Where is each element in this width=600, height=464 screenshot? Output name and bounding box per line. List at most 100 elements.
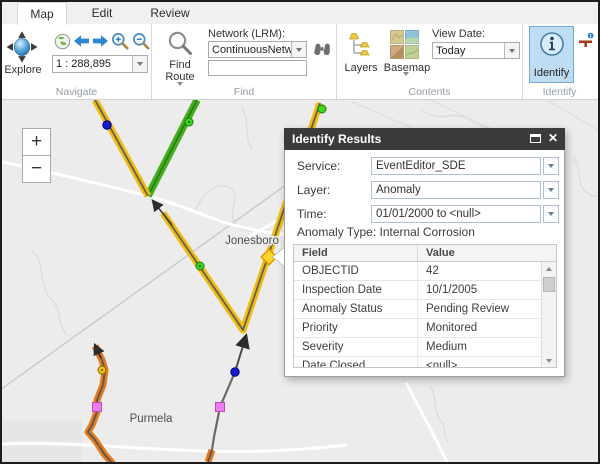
group-label-find: Find <box>152 86 336 98</box>
forward-arrow-icon[interactable] <box>92 34 109 53</box>
ribbon-tab-bar: Map Edit Review <box>2 2 598 24</box>
scroll-up-icon[interactable] <box>542 262 556 276</box>
tab-edit[interactable]: Edit <box>77 2 127 25</box>
place-label-purmela: Purmela <box>130 413 173 425</box>
chevron-down-icon <box>548 164 554 168</box>
network-lrm-combobox[interactable]: ContinuousNetwork <box>208 41 307 58</box>
scroll-down-icon[interactable] <box>542 354 556 368</box>
find-route-label: Find Route <box>156 59 204 83</box>
network-lrm-value: ContinuousNetwork <box>209 44 291 56</box>
full-extent-globe-icon[interactable] <box>54 33 71 55</box>
view-date-value: Today <box>433 45 504 57</box>
magnifier-icon <box>167 30 194 57</box>
route-direction-arrow <box>153 201 172 225</box>
explore-compass-icon <box>6 31 38 63</box>
column-header-value[interactable]: Value <box>418 245 556 261</box>
map-scale-value: 1 : 288,895 <box>53 58 132 70</box>
pink-square-point[interactable] <box>93 403 102 412</box>
time-label: Time: <box>297 207 327 221</box>
chevron-down-icon <box>509 49 515 53</box>
chevron-down-icon <box>548 188 554 192</box>
ribbon-group-navigate: Explore <box>2 24 152 99</box>
view-date-dropdown-button[interactable] <box>504 43 519 58</box>
chevron-down-icon <box>548 212 554 216</box>
layers-button[interactable] <box>347 31 375 64</box>
network-lrm-label: Network (LRM): <box>208 28 308 40</box>
identify-route-location-icon[interactable] <box>578 32 594 53</box>
anomaly-type-text: Anomaly Type: Internal Corrosion <box>297 225 475 239</box>
scrollbar-thumb[interactable] <box>543 277 555 292</box>
group-label-identify: Identify <box>523 86 596 98</box>
ribbon: Explore <box>2 24 598 100</box>
explore-button[interactable] <box>6 31 38 63</box>
tab-map[interactable]: Map <box>17 2 67 25</box>
layers-label: Layers <box>337 62 385 74</box>
find-route-button[interactable] <box>167 30 194 62</box>
identify-button-label: Identify <box>530 67 573 79</box>
back-arrow-icon[interactable] <box>73 34 90 53</box>
layer-label: Layer: <box>297 183 330 197</box>
ribbon-group-identify: Identify Identify <box>523 24 596 99</box>
network-lrm-dropdown-button[interactable] <box>291 42 306 57</box>
basemap-button[interactable] <box>390 30 421 64</box>
view-date-label: View Date: <box>432 28 512 40</box>
view-date-combobox[interactable]: Today <box>432 42 520 59</box>
service-dropdown-button[interactable] <box>543 157 559 175</box>
tab-map-label: Map <box>30 7 53 21</box>
table-row[interactable]: PriorityMonitored <box>294 319 542 338</box>
table-row[interactable]: SeverityMedium <box>294 338 542 357</box>
table-row[interactable]: Date Closed<null> <box>294 357 542 368</box>
map-patch <box>2 420 82 462</box>
green-route[interactable] <box>148 100 197 196</box>
blue-point[interactable] <box>103 121 111 129</box>
maximize-icon[interactable] <box>530 134 541 143</box>
popup-title: Identify Results <box>292 132 381 146</box>
find-route-binoculars-icon[interactable] <box>313 42 331 62</box>
close-icon[interactable]: ✕ <box>548 133 559 144</box>
table-row[interactable]: Inspection Date10/1/2005 <box>294 281 542 300</box>
map-scale-dropdown-button[interactable] <box>132 56 147 72</box>
zoom-in-icon[interactable] <box>111 32 129 55</box>
service-label: Service: <box>297 159 340 173</box>
group-label-navigate: Navigate <box>2 86 151 98</box>
tab-review[interactable]: Review <box>140 2 200 25</box>
layer-dropdown-button[interactable] <box>543 181 559 199</box>
pink-square-point[interactable] <box>216 403 225 412</box>
table-scrollbar[interactable] <box>541 262 556 368</box>
service-combobox[interactable]: EventEditor_SDE <box>371 157 541 175</box>
zoom-out-icon[interactable] <box>132 32 150 55</box>
identify-button[interactable]: Identify <box>529 26 574 83</box>
tab-review-label: Review <box>150 6 189 20</box>
layers-tree-icon <box>347 31 375 59</box>
table-row[interactable]: Anomaly StatusPending Review <box>294 300 542 319</box>
time-dropdown-button[interactable] <box>543 205 559 223</box>
blue-point[interactable] <box>231 368 239 376</box>
route-input[interactable] <box>208 60 307 76</box>
find-route-label-line1: Find <box>156 59 204 71</box>
application-window: Map Edit Review Explore <box>0 0 600 464</box>
railroad-line <box>2 182 290 390</box>
green-point[interactable] <box>318 105 326 113</box>
table-row[interactable]: OBJECTID42 <box>294 262 542 281</box>
place-label-jonesboro: Jonesboro <box>225 235 279 247</box>
popup-title-bar[interactable]: Identify Results ✕ <box>284 128 565 150</box>
ribbon-group-find: Find Route Network (LRM): ContinuousNetw… <box>152 24 337 99</box>
explore-label: Explore <box>2 64 44 76</box>
map-canvas[interactable]: Jonesboro Purmela + − Identify Results ✕… <box>2 100 598 462</box>
column-header-field[interactable]: Field <box>294 245 418 261</box>
map-scale-combobox[interactable]: 1 : 288,895 <box>52 55 148 73</box>
table-body: OBJECTID42 Inspection Date10/1/2005 Anom… <box>294 262 542 368</box>
group-label-contents: Contents <box>337 86 522 98</box>
basemap-grid-icon <box>390 30 421 59</box>
identify-results-popup: Identify Results ✕ Service: EventEditor_… <box>284 128 565 377</box>
attributes-table: Field Value OBJECTID42 Inspection Date10… <box>293 244 557 368</box>
time-combobox[interactable]: 01/01/2000 to <null> <box>371 205 541 223</box>
chevron-down-icon <box>137 62 143 66</box>
popup-body: Service: EventEditor_SDE Layer: Anomaly … <box>284 150 565 377</box>
ribbon-group-contents: Layers Basemap View Date: Today <box>337 24 523 99</box>
tab-edit-label: Edit <box>92 6 113 20</box>
layer-combobox[interactable]: Anomaly <box>371 181 541 199</box>
map-zoom-in-button[interactable]: + <box>22 128 51 156</box>
unselected-route[interactable] <box>208 336 246 462</box>
map-zoom-out-button[interactable]: − <box>22 155 51 183</box>
